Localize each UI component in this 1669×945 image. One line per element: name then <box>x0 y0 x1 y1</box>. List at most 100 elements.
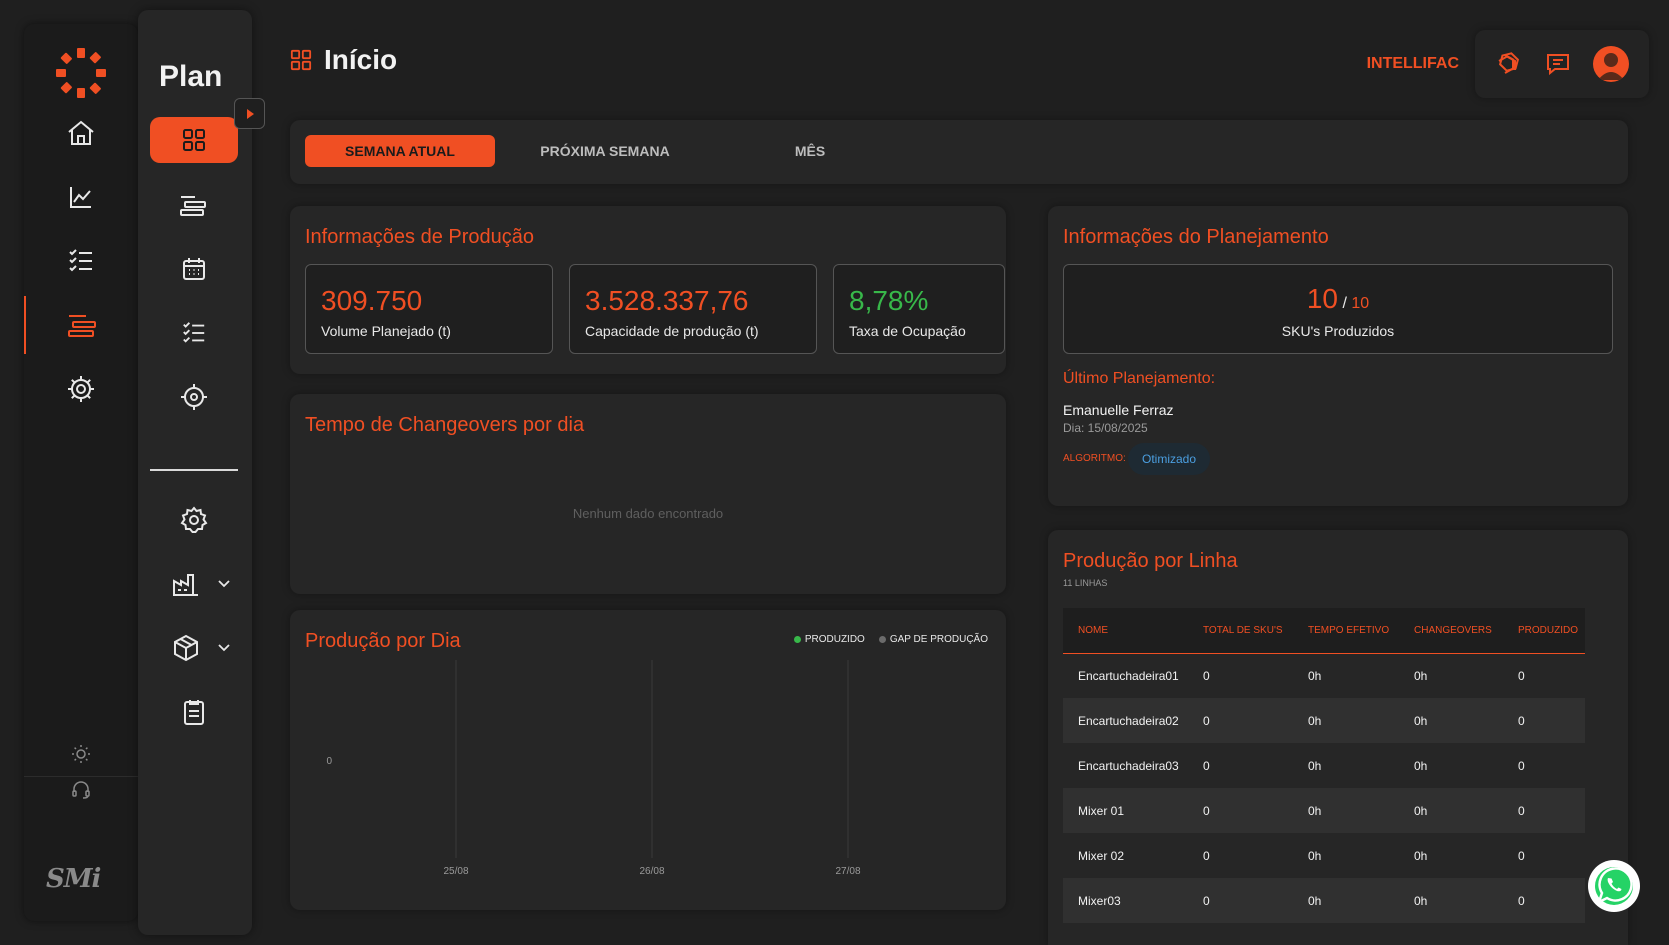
kpi-capacity: 3.528.337,76 Capacidade de produção (t) <box>569 264 817 354</box>
sku-separator: / <box>1342 295 1347 312</box>
column-header[interactable]: TEMPO EFETIVO <box>1293 608 1399 654</box>
cell-total-skus: 0 <box>1188 653 1293 698</box>
subnav-factory[interactable] <box>150 561 238 607</box>
cell-changeovers: 0h <box>1399 653 1503 698</box>
tab-next-week[interactable]: PRÓXIMA SEMANA <box>515 135 695 167</box>
icon-rail: SMi <box>24 24 138 921</box>
planning-info-card: Informações do Planejamento 10 / 10 SKU'… <box>1048 206 1628 506</box>
chevron-down-icon <box>218 580 230 588</box>
subnav-gantt[interactable] <box>150 182 238 228</box>
y-tick-label: 0 <box>326 756 332 767</box>
tab-month[interactable]: MÊS <box>720 135 900 167</box>
x-tick-label: 26/08 <box>639 866 664 877</box>
sku-done: 10 <box>1306 283 1338 314</box>
cell-produced: 0 <box>1503 743 1585 788</box>
nav-analytics[interactable] <box>24 168 138 226</box>
line-count: 11 LINHAS <box>1063 578 1108 588</box>
nav-settings[interactable] <box>24 360 138 418</box>
subnav-settings[interactable] <box>150 497 238 543</box>
cell-effective-time: 0h <box>1293 653 1399 698</box>
tab-current-week[interactable]: SEMANA ATUAL <box>305 135 495 167</box>
subnav-reports[interactable] <box>150 689 238 735</box>
column-header[interactable]: TOTAL DE SKU'S <box>1188 608 1293 654</box>
cell-name: Encartuchadeira02 <box>1063 698 1188 743</box>
cell-produced: 0 <box>1503 788 1585 833</box>
clipboard-icon <box>184 700 204 725</box>
nav-plan[interactable] <box>24 296 138 354</box>
grid-icon <box>290 49 312 71</box>
subnav-calendar[interactable] <box>150 246 238 292</box>
page-title: Início <box>324 44 398 75</box>
table-row[interactable]: Encartuchadeira02 0 0h 0h 0 <box>1063 698 1585 743</box>
headset-icon <box>72 781 90 799</box>
empty-state-message: Nenhum dado encontrado <box>572 506 724 521</box>
app-title: Plan <box>159 60 223 93</box>
production-by-day-chart: 25/08 26/08 27/08 0 <box>326 660 861 877</box>
kpi-label: Capacidade de produção (t) <box>585 323 759 339</box>
table-row[interactable]: Encartuchadeira01 0 0h 0h 0 <box>1063 653 1585 698</box>
subnav-dashboard[interactable] <box>150 117 238 163</box>
page-header: Início <box>290 44 397 76</box>
cell-changeovers: 0h <box>1399 698 1503 743</box>
kpi-value: 3.528.337,76 <box>585 285 749 316</box>
cell-effective-time: 0h <box>1293 833 1399 878</box>
whatsapp-icon <box>1595 867 1633 905</box>
chat-icon[interactable] <box>1545 51 1571 77</box>
cell-total-skus: 0 <box>1188 878 1293 923</box>
cell-produced: 0 <box>1503 878 1585 923</box>
chart-line-icon <box>70 187 91 208</box>
cell-total-skus: 0 <box>1188 833 1293 878</box>
user-avatar[interactable] <box>1593 46 1629 82</box>
algorithm-label: ALGORITMO: <box>1063 453 1126 464</box>
cell-effective-time: 0h <box>1293 788 1399 833</box>
production-by-day-card: Produção por Dia PRODUZIDO GAP DE PRODUÇ… <box>290 610 1006 910</box>
cell-changeovers: 0h <box>1399 878 1503 923</box>
column-header[interactable]: NOME <box>1063 608 1188 654</box>
cell-changeovers: 0h <box>1399 788 1503 833</box>
lines-table: NOME TOTAL DE SKU'S TEMPO EFETIVO CHANGE… <box>1063 608 1585 923</box>
sku-count: 10 / 10 <box>1064 283 1612 315</box>
support-button[interactable] <box>69 778 93 802</box>
subnav-products[interactable] <box>150 625 238 671</box>
cell-total-skus: 0 <box>1188 743 1293 788</box>
cell-name: Encartuchadeira01 <box>1063 653 1188 698</box>
company-logo-icon[interactable] <box>54 46 108 100</box>
subnav-checklist[interactable] <box>150 310 238 356</box>
table-row[interactable]: Mixer 02 0 0h 0h 0 <box>1063 833 1585 878</box>
nav-tasks[interactable] <box>24 232 138 290</box>
kpi-value: 8,78% <box>849 285 929 316</box>
cell-total-skus: 0 <box>1188 788 1293 833</box>
company-name: INTELLIFAC <box>1366 55 1459 72</box>
top-right-bar: INTELLIFAC <box>1367 30 1649 98</box>
brand-logo: SMi <box>46 864 101 894</box>
kpi-planned-volume: 309.750 Volume Planejado (t) <box>305 264 553 354</box>
cell-name: Mixer 02 <box>1063 833 1188 878</box>
production-by-line-card: Produção por Linha 11 LINHAS NOME TOTAL … <box>1048 530 1628 945</box>
nav-home[interactable] <box>24 104 138 162</box>
column-header[interactable]: PRODUZIDO <box>1503 608 1585 654</box>
home-icon <box>68 120 94 145</box>
settings-icon <box>180 506 208 533</box>
x-tick-label: 27/08 <box>835 866 860 877</box>
cell-effective-time: 0h <box>1293 743 1399 788</box>
table-row[interactable]: Mixer 01 0 0h 0h 0 <box>1063 788 1585 833</box>
theme-toggle[interactable] <box>69 742 93 766</box>
table-row[interactable]: Mixer03 0 0h 0h 0 <box>1063 878 1585 923</box>
sku-summary-box: 10 / 10 SKU's Produzidos <box>1063 264 1613 354</box>
card-title: Informações de Produção <box>305 226 535 248</box>
box-icon <box>174 634 198 662</box>
column-header[interactable]: CHANGEOVERS <box>1399 608 1503 654</box>
cell-produced: 0 <box>1503 653 1585 698</box>
card-title: Informações do Planejamento <box>1063 226 1329 248</box>
subnav-targets[interactable] <box>150 374 238 420</box>
collapse-sidebar-button[interactable] <box>234 98 265 129</box>
cell-name: Mixer 01 <box>1063 788 1188 833</box>
algorithm-badge: Otimizado <box>1128 443 1211 475</box>
cell-name: Encartuchadeira03 <box>1063 743 1188 788</box>
whatsapp-button[interactable] <box>1588 860 1640 912</box>
ai-assistant-icon[interactable] <box>1495 50 1523 78</box>
subnav-divider <box>150 469 238 471</box>
gantt-icon <box>180 196 206 216</box>
table-row[interactable]: Encartuchadeira03 0 0h 0h 0 <box>1063 743 1585 788</box>
sub-navigation: Plan <box>138 10 265 935</box>
